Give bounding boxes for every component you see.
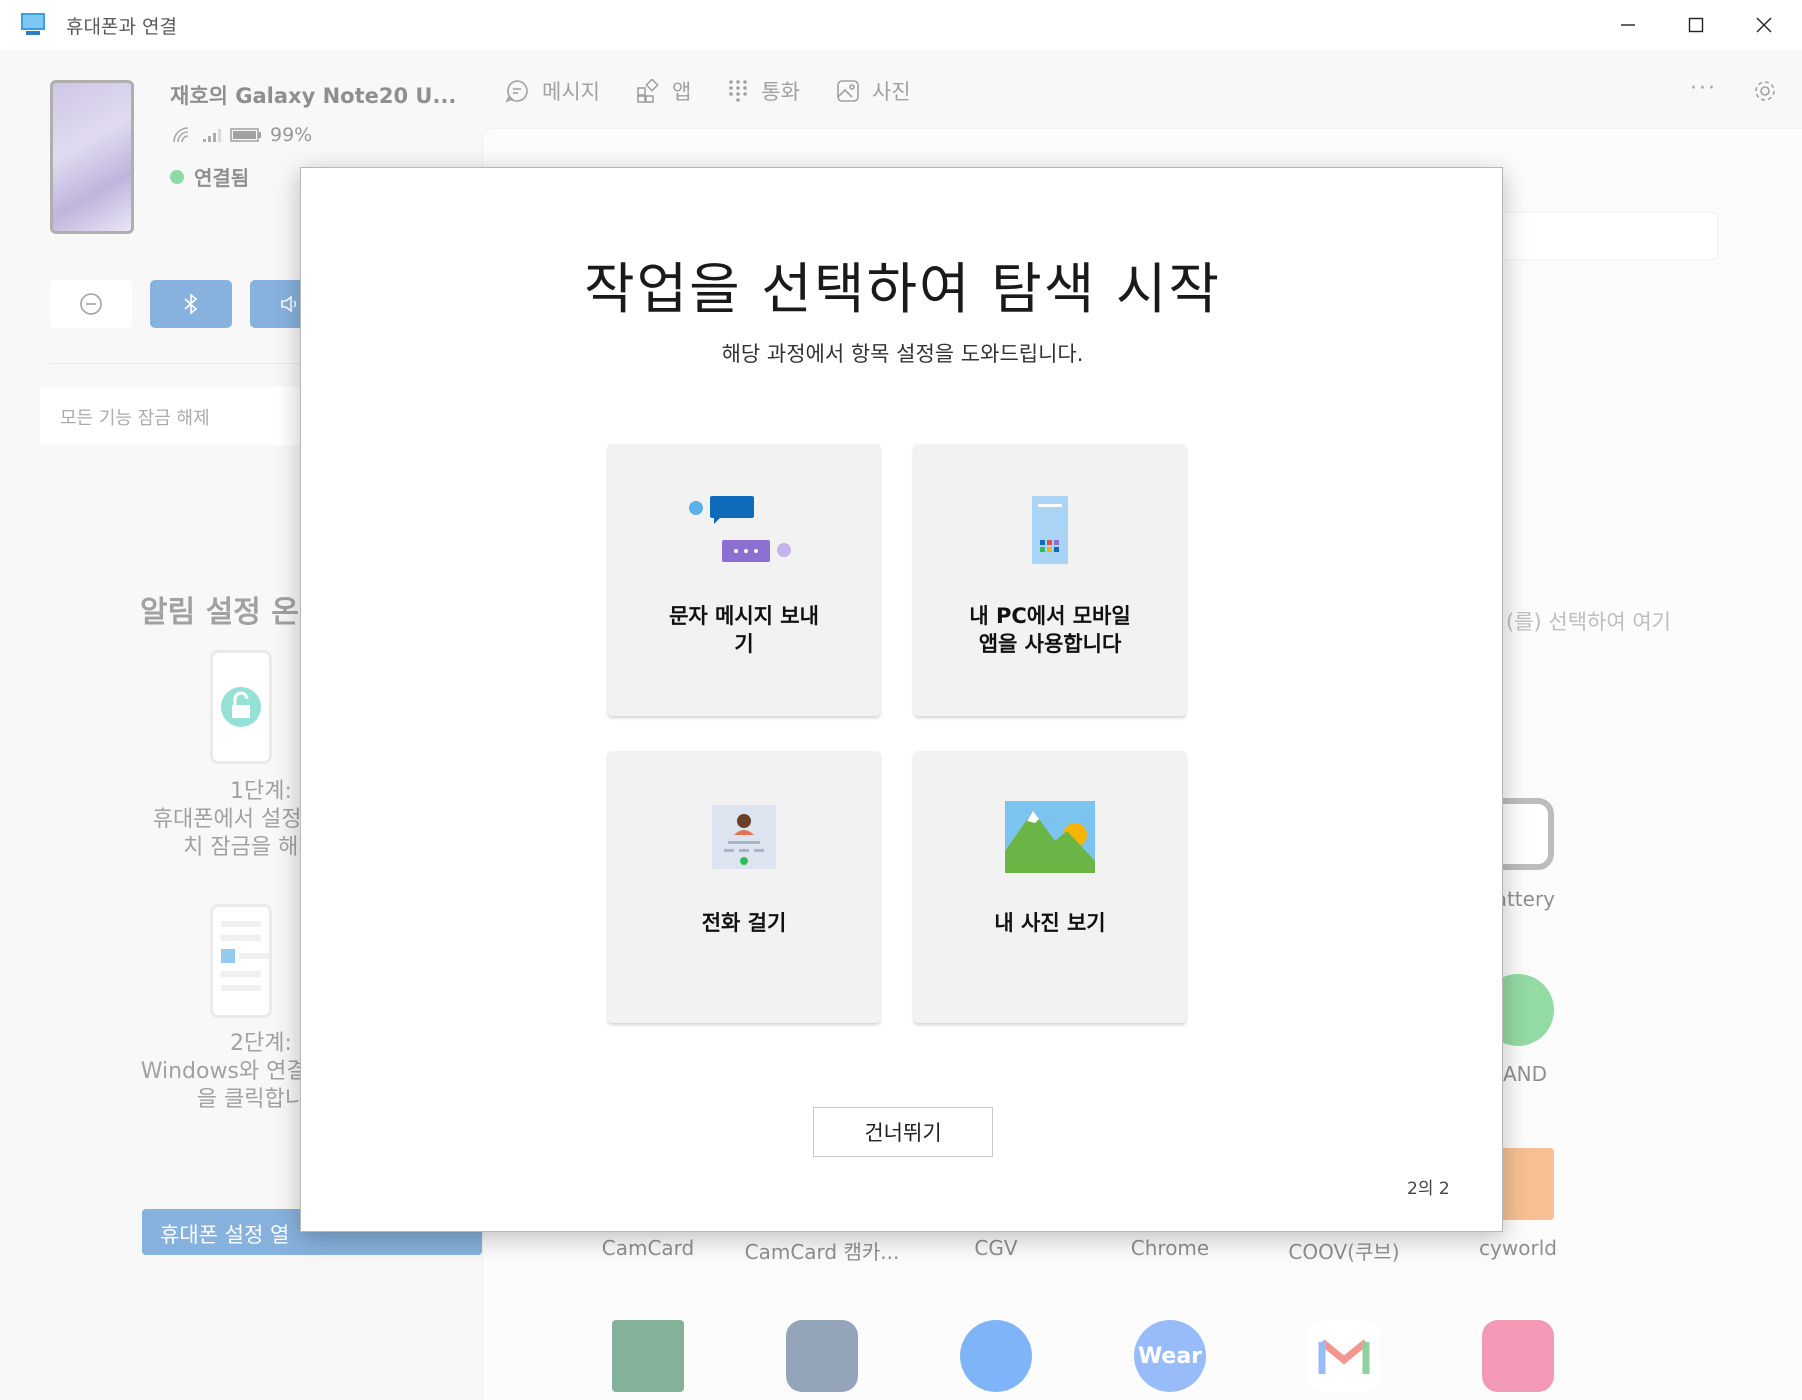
getting-started-dialog: 작업을 선택하여 탐색 시작 해당 과정에서 항목 설정을 도와드립니다. 문자… bbox=[300, 167, 1503, 1232]
use-mobile-apps-card[interactable]: 내 PC에서 모바일 앱을 사용합니다 bbox=[914, 444, 1186, 716]
send-messages-label: 문자 메시지 보내 기 bbox=[648, 602, 840, 658]
use-mobile-apps-label: 내 PC에서 모바일 앱을 사용합니다 bbox=[954, 602, 1146, 658]
call-contact-icon bbox=[712, 805, 776, 869]
title-bar: 휴대폰과 연결 bbox=[0, 0, 1802, 50]
photos-illustration bbox=[914, 801, 1186, 901]
calls-illustration bbox=[608, 801, 880, 901]
use-mobile-apps-label-line1: 내 PC에서 모바일 bbox=[969, 604, 1131, 628]
page-indicator: 2의 2 bbox=[1407, 1179, 1450, 1199]
skip-button[interactable]: 건너뛰기 bbox=[813, 1107, 993, 1157]
messages-illustration bbox=[608, 494, 880, 594]
window-title: 휴대폰과 연결 bbox=[66, 16, 177, 38]
view-photos-card[interactable]: 내 사진 보기 bbox=[914, 751, 1186, 1023]
use-mobile-apps-label-line2: 앱을 사용합니다 bbox=[978, 632, 1122, 656]
dialog-subtitle: 해당 과정에서 항목 설정을 도와드립니다. bbox=[721, 342, 1084, 366]
maximize-button[interactable] bbox=[1662, 0, 1730, 50]
minimize-icon bbox=[1621, 24, 1635, 26]
dialog-title: 작업을 선택하여 탐색 시작 bbox=[583, 257, 1222, 321]
minimize-button[interactable] bbox=[1594, 0, 1662, 50]
send-messages-card[interactable]: 문자 메시지 보내 기 bbox=[608, 444, 880, 716]
chat-bubbles-icon bbox=[689, 496, 791, 562]
make-calls-card[interactable]: 전화 걸기 bbox=[608, 751, 880, 1023]
landscape-photo-icon bbox=[1005, 801, 1095, 873]
send-messages-label-line2: 기 bbox=[734, 632, 754, 656]
close-button[interactable] bbox=[1730, 0, 1798, 50]
make-calls-label-line1: 전화 걸기 bbox=[701, 911, 787, 935]
maximize-icon bbox=[1688, 17, 1704, 33]
mobile-apps-illustration bbox=[914, 494, 1186, 594]
view-photos-label: 내 사진 보기 bbox=[954, 909, 1146, 937]
phone-link-app-icon bbox=[21, 13, 45, 35]
send-messages-label-line1: 문자 메시지 보내 bbox=[669, 604, 819, 628]
make-calls-label: 전화 걸기 bbox=[648, 909, 840, 937]
phone-apps-icon bbox=[1032, 496, 1068, 564]
view-photos-label-line1: 내 사진 보기 bbox=[994, 911, 1106, 935]
close-icon bbox=[1756, 17, 1772, 33]
